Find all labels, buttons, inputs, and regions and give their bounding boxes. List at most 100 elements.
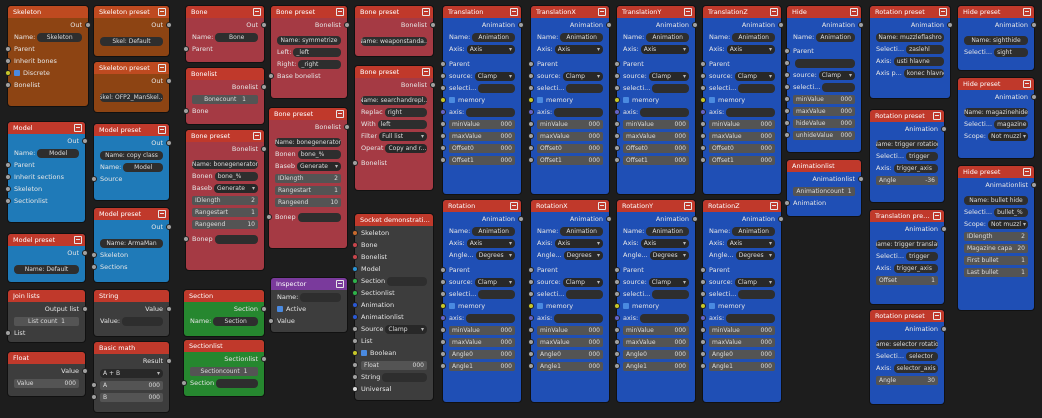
min-value-field[interactable]: minValue 000 bbox=[623, 119, 689, 129]
basic-math-node[interactable]: Basic math Result A + B A000 B000 bbox=[91, 342, 172, 412]
animation-node[interactable]: Rotation Animation Name: Animation Axis: A… bbox=[440, 200, 524, 402]
name-field[interactable]: Bone bbox=[215, 32, 258, 42]
input-socket[interactable] bbox=[181, 380, 187, 386]
node-header[interactable]: Bonelist bbox=[186, 68, 264, 80]
node-options-icon[interactable] bbox=[74, 124, 82, 132]
input-socket[interactable] bbox=[614, 363, 620, 369]
output-socket[interactable] bbox=[941, 126, 947, 132]
axis-field[interactable]: trigger_axis bbox=[893, 263, 938, 273]
output-socket[interactable] bbox=[82, 306, 88, 312]
axis-field[interactable] bbox=[726, 313, 775, 323]
output-socket[interactable] bbox=[947, 22, 953, 28]
node-header[interactable]: Sectionlist bbox=[184, 340, 264, 352]
node-options-icon[interactable] bbox=[158, 126, 166, 134]
node-options-icon[interactable] bbox=[850, 8, 858, 16]
name-field[interactable]: Animation bbox=[732, 32, 775, 42]
basebone-dropdown[interactable]: Generate bbox=[296, 161, 341, 171]
node-options-icon[interactable] bbox=[1023, 80, 1031, 88]
preset-field[interactable]: Name: symmetrize bbox=[277, 35, 341, 45]
min-value-field[interactable]: minValue 000 bbox=[449, 119, 515, 129]
angle-unit-dropdown[interactable]: Degrees bbox=[649, 250, 689, 260]
input-socket[interactable] bbox=[700, 351, 706, 357]
node-header[interactable]: RotationX bbox=[531, 200, 609, 212]
preset-field[interactable]: Skel: OFP2_ManSkel... bbox=[100, 92, 163, 102]
input-socket[interactable] bbox=[440, 327, 446, 333]
input-socket[interactable] bbox=[440, 133, 446, 139]
input-socket[interactable] bbox=[440, 97, 446, 103]
source-dropdown[interactable]: Clamp bbox=[648, 71, 689, 81]
input-socket[interactable] bbox=[440, 363, 446, 369]
name-field[interactable]: Model bbox=[123, 162, 163, 172]
skeleton-preset-node[interactable]: Skeleton preset Out Skel: OFP2_ManSkel..… bbox=[94, 62, 172, 112]
output-socket[interactable] bbox=[518, 216, 524, 222]
animation-node[interactable]: TranslationZ Animation Name: Animation Ax… bbox=[700, 6, 784, 194]
input-socket[interactable] bbox=[440, 85, 446, 91]
output-socket[interactable] bbox=[166, 22, 172, 28]
input-socket[interactable] bbox=[440, 145, 446, 151]
preset-field[interactable]: Name: ArmaMan bbox=[100, 238, 163, 248]
input-socket[interactable] bbox=[268, 73, 274, 79]
input-socket[interactable] bbox=[5, 70, 11, 76]
axis-mode-dropdown[interactable]: Axis bbox=[640, 238, 689, 248]
output-socket[interactable] bbox=[858, 176, 864, 182]
node-options-icon[interactable] bbox=[336, 110, 344, 118]
input-socket[interactable] bbox=[352, 386, 358, 392]
offset-field[interactable]: Offset 1 bbox=[876, 275, 938, 285]
node-header[interactable]: Skeleton bbox=[8, 6, 88, 18]
node-header[interactable]: Hide preset bbox=[958, 6, 1034, 18]
input-socket[interactable] bbox=[183, 236, 189, 242]
node-header[interactable]: RotationZ bbox=[703, 200, 781, 212]
input-socket[interactable] bbox=[352, 338, 358, 344]
input-socket[interactable] bbox=[614, 267, 620, 273]
input-socket[interactable] bbox=[183, 108, 189, 114]
selection-field[interactable] bbox=[478, 289, 515, 299]
node-header[interactable]: Model preset bbox=[94, 124, 169, 136]
extra-value-0-field[interactable]: Angle0 000 bbox=[537, 349, 603, 359]
node-header[interactable]: TranslationZ bbox=[703, 6, 781, 18]
preset-field[interactable]: Name: bullet hide bbox=[964, 195, 1028, 205]
input-socket[interactable] bbox=[5, 186, 11, 192]
node-options-icon[interactable] bbox=[1023, 168, 1031, 176]
node-header[interactable]: Translation preset bbox=[870, 210, 944, 222]
preset-field[interactable]: Name: sighthide bbox=[964, 35, 1028, 45]
output-socket[interactable] bbox=[82, 368, 88, 374]
min-value-field[interactable]: minValue 000 bbox=[537, 325, 603, 335]
selection-field[interactable]: trigger bbox=[906, 251, 938, 261]
input-socket[interactable] bbox=[352, 160, 358, 166]
input-socket[interactable] bbox=[268, 318, 274, 324]
node-header[interactable]: Translation bbox=[443, 6, 521, 18]
input-socket[interactable] bbox=[440, 121, 446, 127]
output-socket[interactable] bbox=[82, 138, 88, 144]
extra-value-0-field[interactable]: Offset0 000 bbox=[449, 143, 515, 153]
right-field[interactable]: _right bbox=[298, 59, 341, 69]
preset-field[interactable]: Skel: Default bbox=[100, 36, 163, 46]
string-node[interactable]: String Value Value: bbox=[94, 290, 172, 336]
rangestart-field[interactable]: Rangestart 1 bbox=[275, 185, 341, 195]
input-socket[interactable] bbox=[614, 303, 620, 309]
node-options-icon[interactable] bbox=[158, 64, 166, 72]
bone-node[interactable]: Bone Out Name: Bone Parent bbox=[183, 6, 267, 62]
axis-field[interactable] bbox=[640, 313, 689, 323]
output-socket[interactable] bbox=[344, 22, 350, 28]
input-socket[interactable] bbox=[352, 362, 358, 368]
source-dropdown[interactable]: Clamp bbox=[648, 277, 689, 287]
input-socket[interactable] bbox=[528, 157, 534, 163]
skeleton-preset-node[interactable]: Skeleton preset Out Skel: Default bbox=[94, 6, 172, 56]
input-socket[interactable] bbox=[614, 279, 620, 285]
selection-field[interactable]: bullet_% bbox=[994, 207, 1028, 217]
node-header[interactable]: Rotation preset bbox=[870, 310, 944, 322]
section-node[interactable]: Section Section Name: Section bbox=[184, 290, 267, 336]
input-socket[interactable] bbox=[528, 291, 534, 297]
last-bullet-field[interactable]: Last bullet 1 bbox=[964, 267, 1028, 277]
input-socket[interactable] bbox=[440, 303, 446, 309]
input-socket[interactable] bbox=[352, 242, 358, 248]
input-socket[interactable] bbox=[700, 339, 706, 345]
input-socket[interactable] bbox=[528, 73, 534, 79]
animation-node[interactable]: TranslationX Animation Name: Animation Ax… bbox=[528, 6, 612, 194]
parent-field[interactable] bbox=[795, 58, 855, 68]
axis-mode-dropdown[interactable]: Axis bbox=[554, 238, 603, 248]
output-socket[interactable] bbox=[778, 216, 784, 222]
max-value-field[interactable]: maxValue 000 bbox=[623, 131, 689, 141]
input-socket[interactable] bbox=[784, 60, 790, 66]
input-socket[interactable] bbox=[440, 351, 446, 357]
